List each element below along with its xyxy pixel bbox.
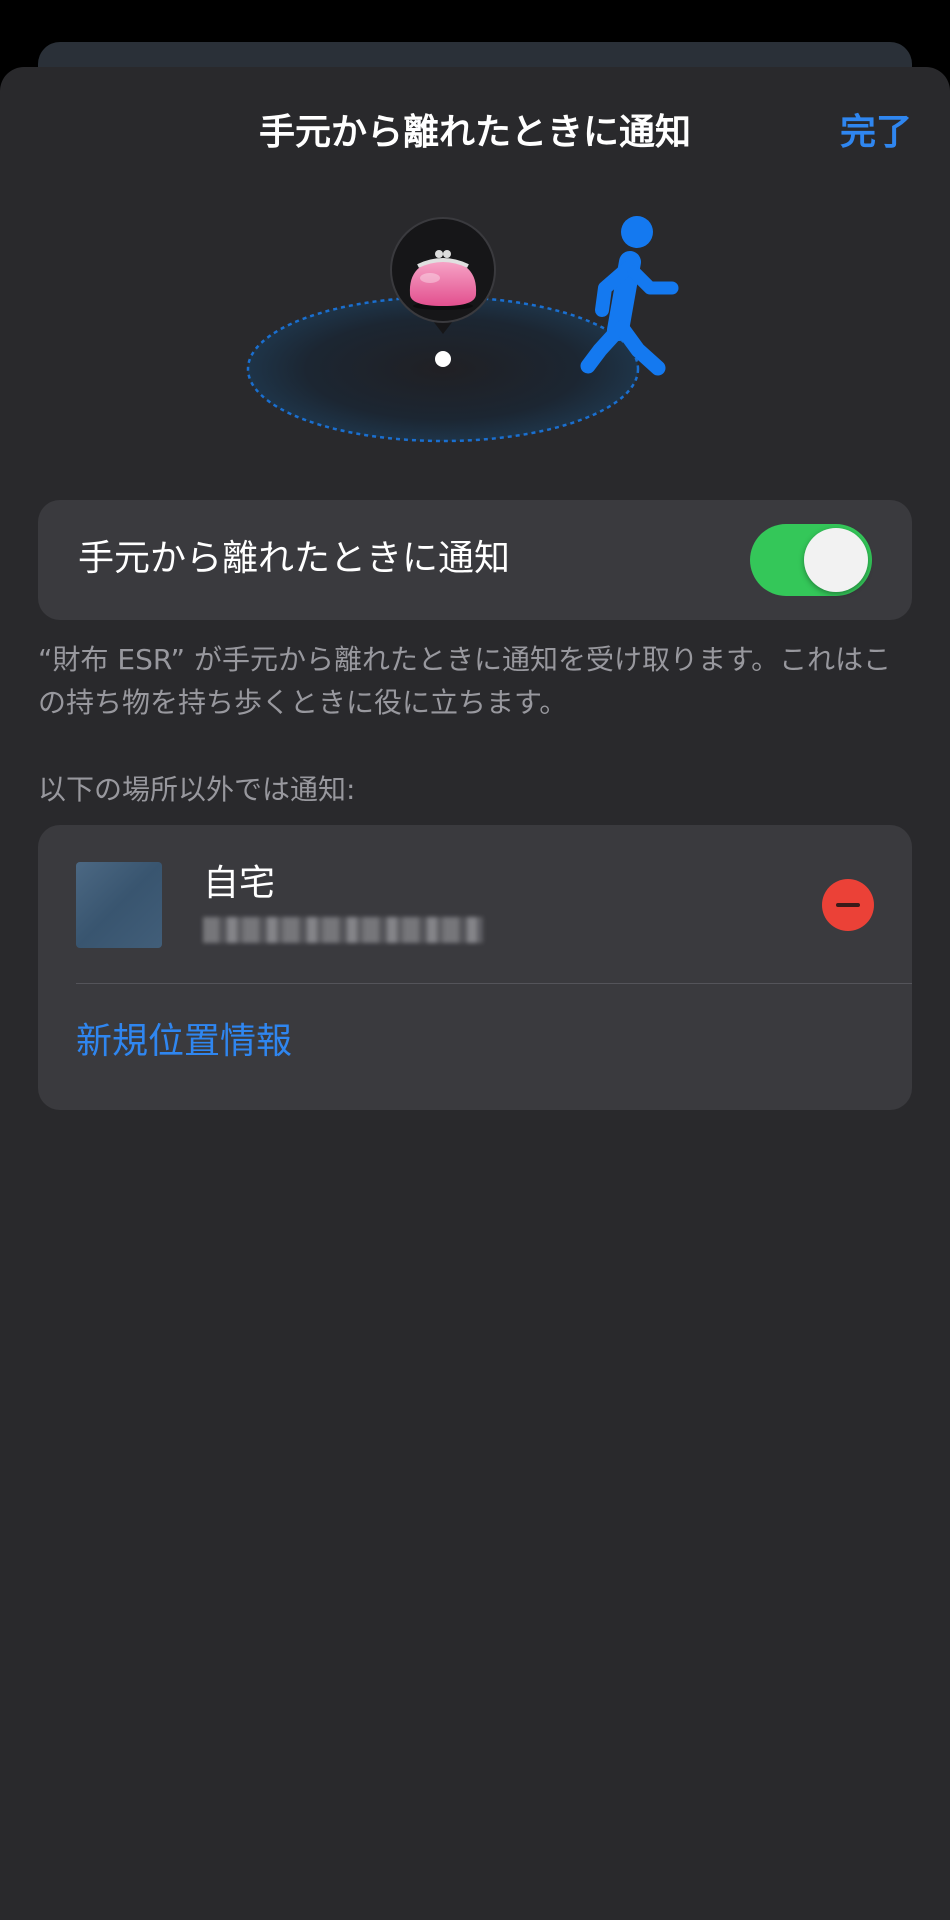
exception-locations-list: 自宅 新規位置情報 bbox=[38, 825, 912, 1110]
separation-illustration bbox=[246, 216, 679, 443]
notify-toggle-row: 手元から離れたときに通知 bbox=[38, 500, 912, 620]
location-map-thumbnail bbox=[76, 862, 162, 948]
exceptions-section-header: 以下の場所以外では通知: bbox=[38, 773, 356, 806]
page-title: 手元から離れたときに通知 bbox=[258, 112, 691, 153]
walking-person-icon bbox=[580, 216, 679, 376]
add-new-location-button[interactable]: 新規位置情報 bbox=[76, 1019, 292, 1065]
map-thumbnail-image bbox=[76, 862, 162, 948]
remove-location-button[interactable] bbox=[822, 879, 874, 931]
location-address-redacted bbox=[203, 917, 483, 943]
notify-description: “財布 ESR” が手元から離れたときに通知を受け取ります。これはこの持ち物を持… bbox=[38, 643, 892, 719]
row-divider bbox=[76, 983, 912, 984]
location-name: 自宅 bbox=[203, 863, 276, 904]
done-button[interactable]: 完了 bbox=[840, 110, 912, 156]
notify-toggle-switch[interactable] bbox=[750, 524, 872, 596]
minus-icon bbox=[836, 903, 860, 907]
toggle-knob bbox=[804, 528, 868, 592]
notify-toggle-label: 手元から離れたときに通知 bbox=[78, 538, 511, 579]
location-dot bbox=[435, 351, 451, 367]
